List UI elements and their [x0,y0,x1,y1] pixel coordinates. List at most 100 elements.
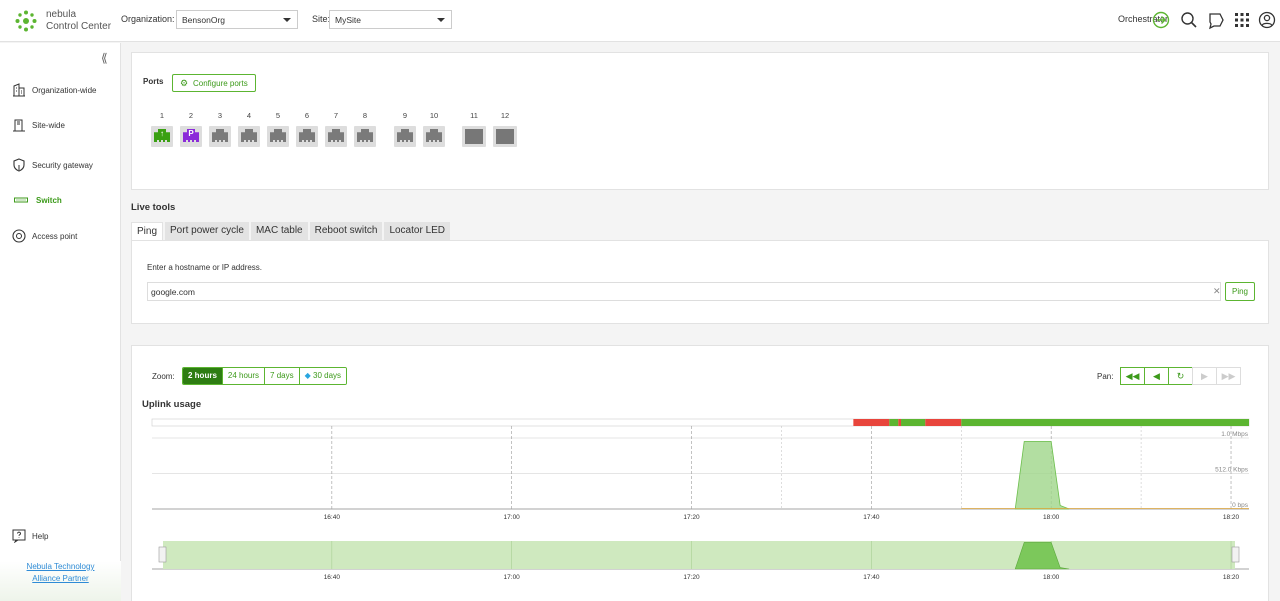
uplink-usage-chart[interactable]: 1.0 Mbps 512.0 Kbps 0 bps 16:40 17:00 17:20 17… [132,346,1268,601]
org-value: BensonOrg [182,15,225,25]
help-icon [12,529,26,543]
navigator-range [163,541,1235,569]
sidebar-item-switch[interactable]: Switch [12,191,62,209]
port-number: 4 [246,111,252,120]
port-pins [186,140,196,142]
nebula-logo[interactable]: nebula Control Center [14,7,114,35]
x-tick-label: 17:20 [683,514,700,521]
status-segment-up [961,419,1249,426]
user-avatar-icon[interactable] [1257,10,1277,30]
port-10[interactable] [423,126,445,147]
sidebar-item-organization-wide[interactable]: Organization-wide [12,81,96,99]
hostname-input[interactable]: google.com [147,282,1221,301]
port-number: 5 [275,111,281,120]
port-number: 2 [188,111,194,120]
uplink-arrow-icon: ↑ [160,129,164,138]
y-tick-label: 512.0 Kbps [1215,467,1249,474]
port-9[interactable] [394,126,416,147]
port-11[interactable] [462,126,486,147]
collapse-sidebar-icon[interactable]: ⟪ [101,51,108,65]
help-link[interactable]: Help [12,529,48,543]
port-number: 7 [333,111,339,120]
navigator-tick-label: 17:20 [683,574,700,581]
port-number: 8 [362,111,368,120]
ping-hint: Enter a hostname or IP address. [147,263,263,272]
port-7[interactable] [325,126,347,147]
navigator-tick-label: 17:40 [863,574,880,581]
port-12[interactable] [493,126,517,147]
ethernet-port-icon [465,129,483,144]
apps-grid-icon[interactable] [1232,10,1252,30]
port-6[interactable] [296,126,318,147]
port-4[interactable] [238,126,260,147]
x-tick-label: 18:00 [1043,514,1060,521]
org-label: Organization: [121,14,175,24]
gear-icon: ⚙ [180,78,189,88]
port-1[interactable]: ↑ [151,126,173,147]
ping-button[interactable]: Ping [1225,282,1255,301]
tab-mac-table[interactable]: MAC table [250,222,308,241]
ports-title: Ports [143,77,164,86]
port-3[interactable] [209,126,231,147]
tab-locator-led[interactable]: Locator LED [384,222,451,241]
sidebar-item-security-gateway[interactable]: Security gateway [12,156,93,174]
nebula-logo-icon [15,10,37,32]
port-number: 10 [429,111,439,120]
navigator-tick-label: 18:20 [1223,574,1240,581]
navigator-tick-label: 18:00 [1043,574,1060,581]
chevron-down-icon [283,18,291,22]
sidebar-item-access-point[interactable]: Access point [12,227,77,245]
live-tools-title: Live tools [131,202,176,213]
port-pins [400,140,410,142]
port-5[interactable] [267,126,289,147]
building-icon [13,83,25,97]
port-pins [244,140,254,142]
access-point-icon [12,229,26,243]
usage-area [1014,441,1070,510]
port-number: 6 [304,111,310,120]
usage-panel: Zoom: 2 hours 24 hours 7 days ◆ 30 days … [131,345,1269,601]
poe-symbol: P [188,129,194,138]
tab-ping[interactable]: Ping [131,222,164,241]
chat-icon[interactable] [1206,10,1226,30]
x-tick-label: 17:40 [863,514,880,521]
x-tick-label: 17:00 [504,514,521,521]
port-pins [302,140,312,142]
status-segment-down [853,419,890,426]
port-pins [273,140,283,142]
x-tick-label: 18:20 [1223,514,1240,521]
port-8[interactable] [354,126,376,147]
sidebar-item-site-wide[interactable]: Site-wide [12,116,65,134]
partner-link[interactable]: Nebula Technology Alliance Partner [0,561,121,585]
tab-reboot-switch[interactable]: Reboot switch [309,222,383,241]
ports-panel: Ports ⚙ Configure ports 1 ↑ 2 P 3 4 5 6 7 8 9 10 11 1… [131,52,1269,190]
y-tick-label: 1.0 Mbps [1221,431,1248,438]
tab-port-power-cycle[interactable]: Port power cycle [165,222,249,241]
site-select[interactable]: MySite [329,10,452,29]
ethernet-port-icon [496,129,514,144]
chevron-down-icon [437,18,445,22]
port-number: 12 [500,111,510,120]
brand-line1: nebula [46,9,77,20]
port-number: 1 [159,111,165,120]
site-value: MySite [335,15,361,25]
switch-icon [14,197,28,203]
port-pins [157,140,167,142]
clear-input-icon[interactable]: ✕ [1213,286,1221,297]
port-2[interactable]: P [180,126,202,147]
status-segment-up [901,419,926,426]
shield-icon [13,158,25,172]
y-tick-label: 0 bps [1232,502,1249,509]
top-bar: nebula Control Center Organization: Bens… [0,0,1280,42]
org-select[interactable]: BensonOrg [176,10,298,29]
navigator-right-handle[interactable] [1231,546,1240,563]
status-segment-up [889,419,899,426]
configure-ports-button[interactable]: ⚙ Configure ports [172,74,256,92]
site-icon [13,119,25,132]
navigator-left-handle[interactable] [158,546,167,563]
navigator-tick-label: 17:00 [504,574,521,581]
status-segment-down [925,419,962,426]
arrow-right-circle-icon[interactable] [1151,10,1171,30]
port-pins [331,140,341,142]
search-icon[interactable] [1179,10,1199,30]
